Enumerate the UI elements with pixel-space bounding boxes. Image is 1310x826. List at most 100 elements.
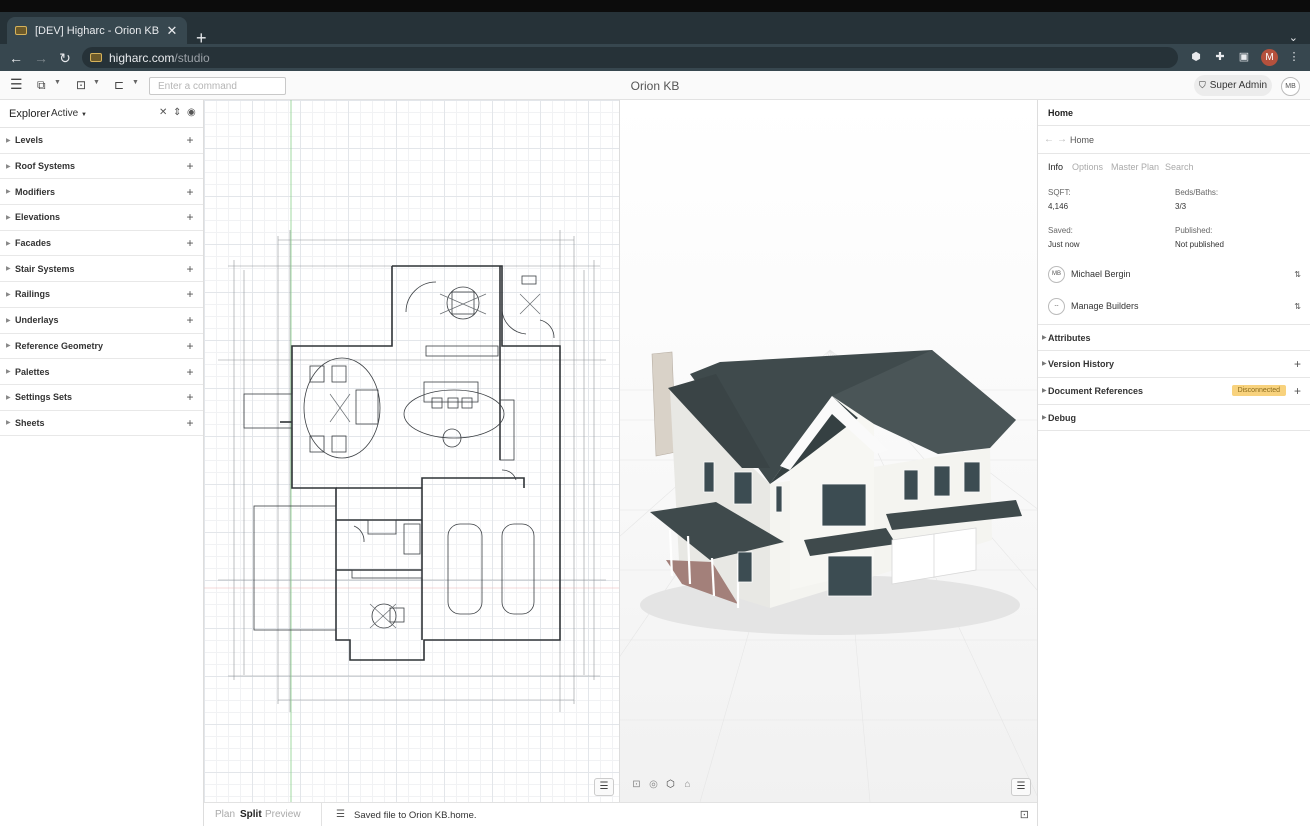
- explorer-item-palettes[interactable]: ▶ Palettes +: [0, 359, 203, 385]
- explorer-item-reference-geometry[interactable]: ▶ Reference Geometry +: [0, 334, 203, 360]
- swap-icon[interactable]: ⇅: [1294, 302, 1301, 311]
- cube-view-icon[interactable]: ⬡: [664, 778, 677, 792]
- tab-options[interactable]: Options: [1072, 162, 1103, 172]
- forward-arrow-icon[interactable]: →: [1057, 134, 1067, 145]
- draw-wall-icon[interactable]: ⧉: [37, 77, 46, 93]
- log-list-icon[interactable]: ☰: [336, 809, 345, 820]
- add-icon[interactable]: +: [185, 210, 195, 224]
- layout-tool-icon[interactable]: ⊏: [114, 77, 124, 93]
- chevron-down-icon[interactable]: ▼: [54, 79, 61, 86]
- url-host: higharc.com: [109, 50, 175, 65]
- caret-right-icon: ▶: [6, 240, 11, 247]
- explorer-item-label: Roof Systems: [15, 161, 76, 172]
- hamburger-menu-icon[interactable]: ☰: [10, 76, 23, 92]
- add-icon[interactable]: +: [185, 365, 195, 379]
- explorer-item-facades[interactable]: ▶ Facades +: [0, 231, 203, 257]
- model-view-canvas[interactable]: ⊡ ◎ ⬡ ⌂ ☰: [620, 100, 1037, 802]
- section-debug[interactable]: ▶ Debug: [1038, 404, 1310, 430]
- address-bar[interactable]: higharc.com/studio: [82, 47, 1178, 68]
- tab-info[interactable]: Info: [1048, 162, 1063, 172]
- camera-orbit-icon[interactable]: ◎: [647, 778, 660, 792]
- manage-builders-row[interactable]: -- Manage Builders ⇅: [1048, 297, 1301, 315]
- user-avatar[interactable]: MB: [1281, 77, 1300, 96]
- back-icon[interactable]: ←: [7, 49, 25, 67]
- side-panel-icon[interactable]: ▣: [1237, 50, 1251, 64]
- explorer-item-label: Levels: [15, 135, 44, 146]
- visibility-eye-icon[interactable]: ◉: [187, 107, 196, 118]
- collapse-icon[interactable]: ✕: [159, 107, 167, 118]
- bottom-status-bar: Plan Split Preview ☰ Saved file to Orion…: [204, 802, 1037, 826]
- section-label: Document References: [1048, 385, 1144, 396]
- sqft-value: 4,146: [1048, 202, 1069, 211]
- puzzle-icon[interactable]: ✚: [1213, 50, 1227, 64]
- plan-settings-icon[interactable]: ☰: [594, 778, 614, 796]
- kebab-menu-icon[interactable]: ⋮: [1287, 50, 1301, 64]
- add-icon[interactable]: +: [185, 339, 195, 353]
- explorer-item-roof-systems[interactable]: ▶ Roof Systems +: [0, 154, 203, 180]
- section-version-history[interactable]: ▶ Version History +: [1038, 350, 1310, 376]
- section-document-references[interactable]: ▶ Document References Disconnected +: [1038, 377, 1310, 403]
- back-arrow-icon[interactable]: ←: [1044, 134, 1054, 145]
- explorer-item-settings-sets[interactable]: ▶ Settings Sets +: [0, 385, 203, 411]
- add-icon[interactable]: +: [1294, 357, 1301, 371]
- explorer-filter-dropdown[interactable]: Active ▼: [51, 108, 87, 119]
- published-label: Published:: [1175, 226, 1213, 235]
- command-input[interactable]: [149, 77, 286, 95]
- reload-icon[interactable]: ↻: [56, 49, 74, 67]
- caret-right-icon: ▶: [6, 369, 11, 376]
- super-admin-button[interactable]: ⛉ Super Admin: [1194, 75, 1272, 96]
- section-attributes[interactable]: ▶ Attributes: [1038, 324, 1310, 350]
- add-icon[interactable]: +: [185, 416, 195, 430]
- swap-icon[interactable]: ⇅: [1294, 270, 1301, 279]
- explorer-filter-label: Active: [51, 108, 79, 119]
- add-icon[interactable]: +: [185, 236, 195, 250]
- saved-value: Just now: [1048, 240, 1080, 249]
- add-icon[interactable]: +: [185, 313, 195, 327]
- caret-right-icon: ▶: [6, 214, 11, 221]
- caret-right-icon: ▶: [6, 394, 11, 401]
- mode-split-button[interactable]: Split: [240, 809, 262, 820]
- explorer-item-levels[interactable]: ▶ Levels +: [0, 128, 203, 154]
- explorer-item-label: Reference Geometry: [15, 340, 104, 351]
- explorer-item-modifiers[interactable]: ▶ Modifiers +: [0, 179, 203, 206]
- fit-view-icon[interactable]: ⊡: [1020, 808, 1029, 821]
- add-icon[interactable]: +: [185, 287, 195, 301]
- add-icon[interactable]: +: [185, 159, 195, 173]
- explorer-item-stair-systems[interactable]: ▶ Stair Systems +: [0, 256, 203, 283]
- add-icon[interactable]: +: [1294, 384, 1301, 398]
- forward-icon[interactable]: →: [32, 49, 50, 67]
- add-icon[interactable]: +: [185, 390, 195, 404]
- explorer-item-railings[interactable]: ▶ Railings +: [0, 282, 203, 308]
- owner-row[interactable]: MB Michael Bergin ⇅: [1048, 265, 1301, 283]
- plan-view-canvas[interactable]: ☰: [204, 100, 620, 802]
- expand-collapse-icon[interactable]: ⇕: [173, 107, 181, 118]
- tab-search[interactable]: Search: [1165, 162, 1194, 172]
- close-tab-icon[interactable]: ✕: [165, 23, 179, 39]
- divider: [1038, 125, 1310, 126]
- site-info-icon[interactable]: [90, 53, 102, 62]
- room-tool-icon[interactable]: ⊡: [76, 77, 86, 93]
- add-icon[interactable]: +: [185, 262, 195, 276]
- explorer-item-sheets[interactable]: ▶ Sheets +: [0, 411, 203, 437]
- favicon-icon: [15, 26, 27, 35]
- extension-icon[interactable]: ⬢: [1189, 50, 1203, 64]
- home-view-icon[interactable]: ⌂: [681, 778, 694, 792]
- chevron-down-icon[interactable]: ▼: [132, 79, 139, 86]
- profile-avatar[interactable]: M: [1261, 49, 1278, 66]
- explorer-item-elevations[interactable]: ▶ Elevations +: [0, 205, 203, 231]
- browser-tab[interactable]: [DEV] Higharc - Orion KB ✕: [7, 17, 187, 44]
- plan-view-icon[interactable]: ⊡: [630, 778, 643, 792]
- explorer-item-underlays[interactable]: ▶ Underlays +: [0, 308, 203, 334]
- mode-plan-button[interactable]: Plan: [215, 809, 235, 820]
- add-icon[interactable]: +: [185, 185, 195, 199]
- explorer-item-label: Modifiers: [15, 186, 56, 197]
- owner-name: Michael Bergin: [1071, 269, 1131, 279]
- add-icon[interactable]: +: [185, 133, 195, 147]
- explorer-panel: Explorer Active ▼ ✕ ⇕ ◉ ▶ Levels + ▶ Roof Sy…: [0, 100, 204, 826]
- tab-search-icon[interactable]: ⌄: [1289, 31, 1298, 44]
- mode-preview-button[interactable]: Preview: [265, 809, 301, 820]
- tab-master-plan[interactable]: Master Plan: [1111, 162, 1159, 172]
- chevron-down-icon[interactable]: ▼: [93, 79, 100, 86]
- model-settings-icon[interactable]: ☰: [1011, 778, 1031, 796]
- divider: [1038, 430, 1310, 431]
